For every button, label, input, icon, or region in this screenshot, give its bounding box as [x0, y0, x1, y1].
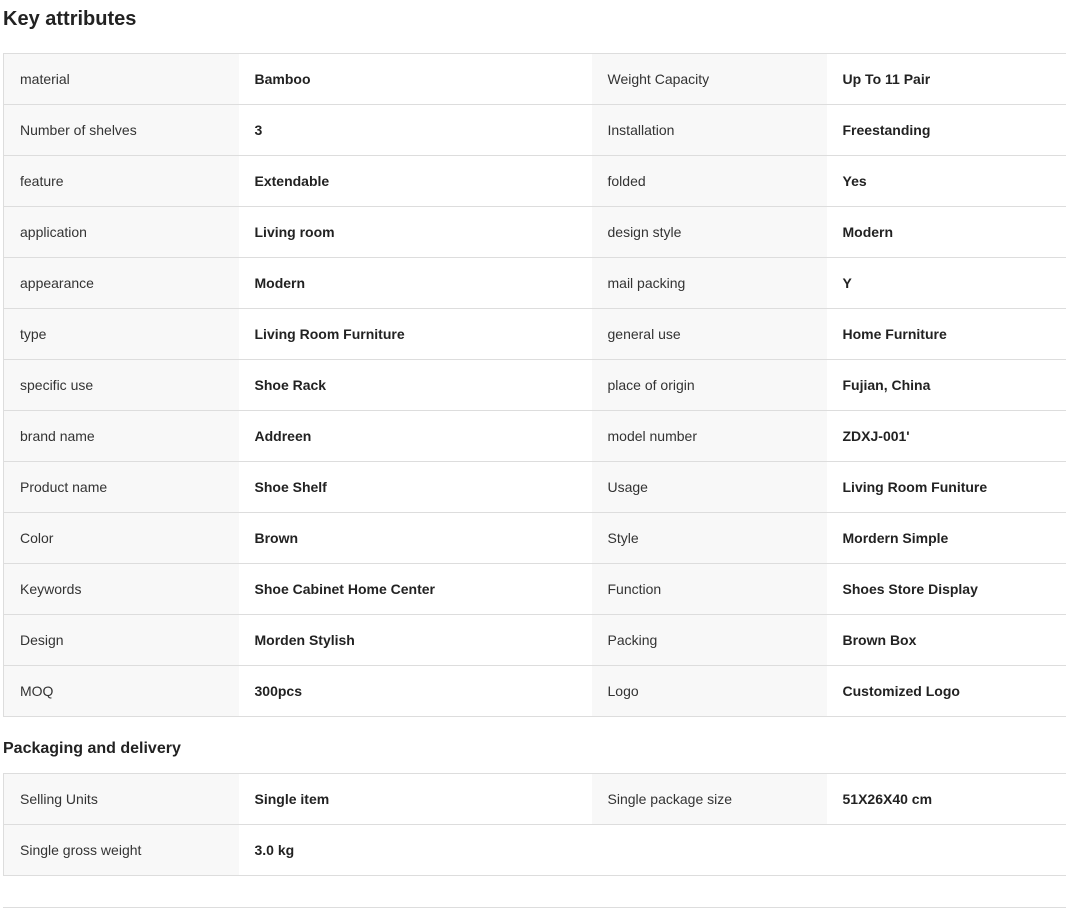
attribute-value: Living Room Funiture	[826, 461, 1066, 513]
packaging-title: Packaging and delivery	[3, 740, 181, 757]
table-row: Single gross weight 3.0 kg	[3, 824, 1066, 876]
attribute-value: Home Furniture	[826, 308, 1066, 360]
attribute-label: Logo	[591, 665, 827, 717]
attribute-label: brand name	[3, 410, 239, 462]
attribute-label: type	[3, 308, 239, 360]
attribute-value: Fujian, China	[826, 359, 1066, 411]
table-row: specific use Shoe Rack place of origin F…	[3, 359, 1066, 411]
attribute-label: appearance	[3, 257, 239, 309]
attribute-value: Brown Box	[826, 614, 1066, 666]
attribute-label: mail packing	[591, 257, 827, 309]
attribute-value: Addreen	[238, 410, 592, 462]
attribute-label: Single package size	[591, 773, 827, 825]
table-row: Product name Shoe Shelf Usage Living Roo…	[3, 461, 1066, 513]
attribute-value: Freestanding	[826, 104, 1066, 156]
attribute-value: Shoes Store Display	[826, 563, 1066, 615]
attribute-value: Yes	[826, 155, 1066, 207]
attribute-value: Living Room Furniture	[238, 308, 592, 360]
attribute-value: Modern	[238, 257, 592, 309]
attribute-label: Single gross weight	[3, 824, 239, 876]
table-row: brand name Addreen model number ZDXJ-001…	[3, 410, 1066, 462]
attribute-label: Color	[3, 512, 239, 564]
attribute-label: model number	[591, 410, 827, 462]
attribute-label: MOQ	[3, 665, 239, 717]
attribute-label: Function	[591, 563, 827, 615]
attribute-value: Single item	[238, 773, 592, 825]
attribute-label: Style	[591, 512, 827, 564]
attribute-value: 300pcs	[238, 665, 592, 717]
attribute-value: Bamboo	[238, 53, 592, 105]
attribute-label: Number of shelves	[3, 104, 239, 156]
attribute-value: 3.0 kg	[238, 824, 592, 876]
attribute-value: Morden Stylish	[238, 614, 592, 666]
table-row: Keywords Shoe Cabinet Home Center Functi…	[3, 563, 1066, 615]
attribute-label: Keywords	[3, 563, 239, 615]
table-row: material Bamboo Weight Capacity Up To 11…	[3, 53, 1066, 105]
attribute-value: Living room	[238, 206, 592, 258]
attribute-value: Brown	[238, 512, 592, 564]
attribute-label: folded	[591, 155, 827, 207]
packaging-table: Selling Units Single item Single package…	[3, 773, 1066, 876]
attribute-label: place of origin	[591, 359, 827, 411]
attribute-value: Shoe Cabinet Home Center	[238, 563, 592, 615]
table-row: MOQ 300pcs Logo Customized Logo	[3, 665, 1066, 717]
table-row: appearance Modern mail packing Y	[3, 257, 1066, 309]
attribute-label: Selling Units	[3, 773, 239, 825]
attribute-value: Shoe Shelf	[238, 461, 592, 513]
attribute-value: Y	[826, 257, 1066, 309]
table-row: feature Extendable folded Yes	[3, 155, 1066, 207]
attribute-label: Usage	[591, 461, 827, 513]
attribute-value: Extendable	[238, 155, 592, 207]
table-row: Color Brown Style Mordern Simple	[3, 512, 1066, 564]
table-row: application Living room design style Mod…	[3, 206, 1066, 258]
attribute-label: Product name	[3, 461, 239, 513]
attribute-label: design style	[591, 206, 827, 258]
table-row: type Living Room Furniture general use H…	[3, 308, 1066, 360]
attribute-value: Modern	[826, 206, 1066, 258]
attribute-value: Mordern Simple	[826, 512, 1066, 564]
attribute-value: 3	[238, 104, 592, 156]
attribute-label: Design	[3, 614, 239, 666]
divider	[3, 907, 1066, 908]
table-row: Number of shelves 3 Installation Freesta…	[3, 104, 1066, 156]
attribute-value: Up To 11 Pair	[826, 53, 1066, 105]
table-row: Design Morden Stylish Packing Brown Box	[3, 614, 1066, 666]
attribute-label: Installation	[591, 104, 827, 156]
attribute-label: specific use	[3, 359, 239, 411]
table-row: Selling Units Single item Single package…	[3, 773, 1066, 825]
attribute-value: Shoe Rack	[238, 359, 592, 411]
attribute-label: general use	[591, 308, 827, 360]
attribute-label: Packing	[591, 614, 827, 666]
attribute-value: ZDXJ-001'	[826, 410, 1066, 462]
attribute-value: 51X26X40 cm	[826, 773, 1066, 825]
attribute-label: Weight Capacity	[591, 53, 827, 105]
attribute-label: material	[3, 53, 239, 105]
attribute-label: application	[3, 206, 239, 258]
attribute-label: feature	[3, 155, 239, 207]
attribute-value: Customized Logo	[826, 665, 1066, 717]
key-attributes-title: Key attributes	[3, 8, 137, 30]
key-attributes-table: material Bamboo Weight Capacity Up To 11…	[3, 53, 1066, 717]
empty-cell	[591, 824, 1066, 876]
